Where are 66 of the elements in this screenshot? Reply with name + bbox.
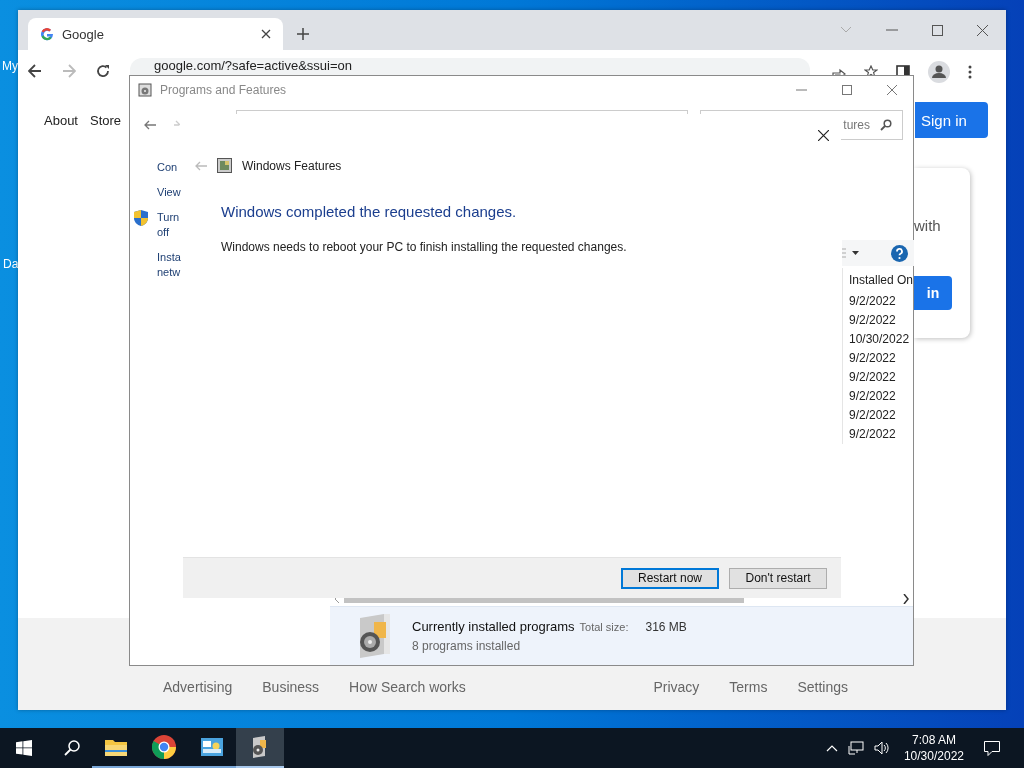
menu-icon[interactable] (968, 65, 972, 79)
control-panel-icon (201, 738, 223, 756)
programs-box-icon (251, 736, 269, 758)
maximize-icon[interactable] (842, 85, 852, 95)
close-icon[interactable] (261, 29, 271, 39)
clock-date[interactable]: 10/30/2022 (903, 748, 964, 764)
footer-link[interactable]: Settings (797, 679, 848, 695)
table-cell-text: 9/2/2022 (849, 369, 897, 386)
sign-in-button[interactable]: in (914, 276, 952, 310)
status-value: 316 MB (645, 620, 687, 634)
status-label: Total size: (579, 621, 629, 633)
sidebar-link[interactable]: Insta netw (157, 250, 182, 280)
footer-link[interactable]: Business (262, 679, 320, 695)
notifications-icon[interactable] (984, 740, 1000, 756)
back-icon[interactable] (28, 64, 42, 78)
back-icon[interactable] (144, 120, 156, 130)
table-cell-text: 9/2/2022 (849, 350, 897, 367)
scroll-right-icon[interactable] (903, 594, 909, 604)
footer-link[interactable]: Advertising (163, 679, 233, 695)
search-icon[interactable] (64, 740, 80, 756)
window-title: Programs and Features (160, 83, 287, 97)
taskbar-app[interactable] (236, 728, 284, 768)
restart-now-button[interactable]: Restart now (621, 567, 719, 589)
sidebar-link[interactable]: Turn off (157, 210, 182, 240)
footer-link[interactable]: Privacy (653, 679, 700, 695)
dont-restart-button[interactable]: Don't restart (729, 567, 827, 589)
table-cell-text: 9/2/2022 (849, 312, 897, 329)
maximize-icon[interactable] (932, 24, 943, 36)
status-count: 8 programs installed (412, 639, 522, 653)
shield-icon (134, 210, 148, 226)
dialog-title: Windows Features (242, 158, 342, 173)
table-cell-text: 10/30/2022 (849, 331, 911, 348)
table-cell-text: 9/2/2022 (849, 426, 897, 443)
nav-link[interactable]: About (44, 113, 78, 128)
footer-link[interactable]: How Search works (349, 679, 466, 695)
volume-icon[interactable] (873, 741, 890, 755)
table-cell-text: 9/2/2022 (849, 293, 897, 310)
address-bar[interactable]: google.com/?safe=active&ssui=on (130, 58, 810, 75)
chrome-icon (152, 735, 176, 759)
profile-avatar[interactable] (928, 61, 950, 83)
windows-start-icon[interactable] (16, 740, 32, 756)
help-icon[interactable] (891, 244, 908, 262)
clock-time[interactable]: 7:08 AM (911, 732, 956, 748)
table-cell-text: 9/2/2022 (849, 407, 897, 424)
footer-link[interactable]: Terms (729, 679, 768, 695)
sidebar-link[interactable]: View (157, 185, 182, 200)
close-icon[interactable] (818, 130, 829, 141)
sign-in-button[interactable]: Sign in (915, 102, 988, 138)
reload-icon[interactable] (96, 64, 110, 78)
dialog-heading: Windows completed the requested changes. (221, 203, 518, 220)
folder-icon (105, 738, 127, 756)
chevron-up-icon[interactable] (825, 744, 838, 752)
dialog-message: Windows needs to reboot your PC to finish installing the requested changes. (221, 240, 628, 254)
status-title: Currently installed programs (412, 619, 575, 634)
programs-icon (138, 83, 152, 97)
search-icon (880, 119, 892, 131)
card-text: with (914, 217, 941, 234)
view-options-icon[interactable] (842, 248, 862, 258)
network-icon[interactable] (847, 741, 864, 755)
table-cell-text: 9/2/2022 (849, 388, 897, 405)
nav-link[interactable]: Store (90, 113, 122, 128)
new-tab-icon[interactable] (297, 28, 309, 40)
google-logo-icon (40, 27, 54, 41)
sidebar-link[interactable]: Con (157, 160, 182, 175)
features-icon (217, 158, 232, 173)
browser-tab[interactable]: Google (28, 18, 283, 50)
